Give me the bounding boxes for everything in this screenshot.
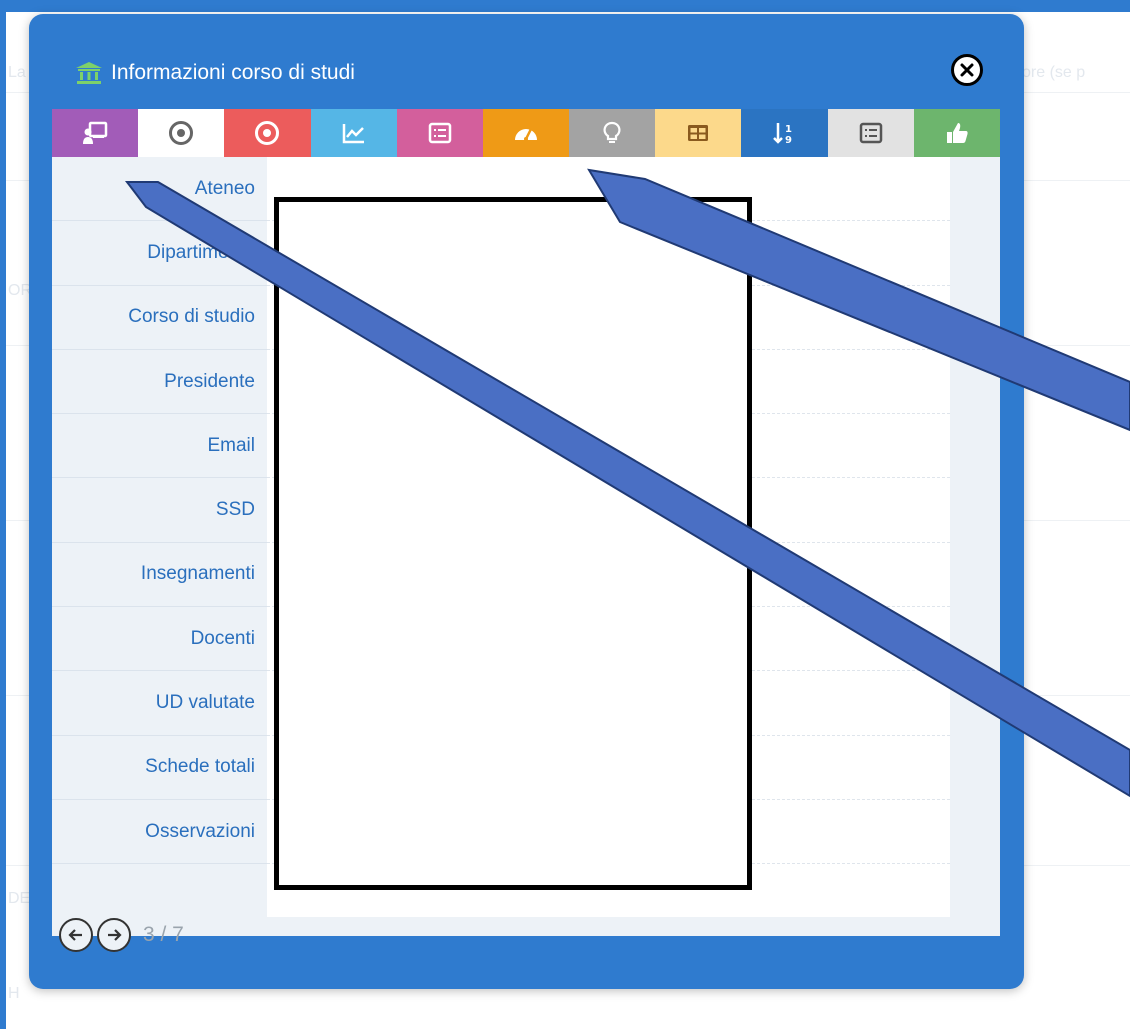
svg-text:1: 1 <box>785 124 792 135</box>
modal-title-text: Informazioni corso di studi <box>111 61 355 84</box>
lightbulb-icon <box>603 121 621 143</box>
close-button[interactable] <box>951 54 983 86</box>
bg-faint-text: DE <box>8 890 31 907</box>
next-page-button[interactable] <box>97 918 131 952</box>
field-label: Email <box>52 414 267 479</box>
field-label: Schede totali <box>52 736 267 800</box>
table-icon <box>688 125 709 141</box>
redaction-box <box>274 197 752 890</box>
svg-text:9: 9 <box>785 135 792 146</box>
bg-faint-text: H <box>8 985 20 1002</box>
prev-page-button[interactable] <box>59 918 93 952</box>
tab-sort-numeric[interactable]: 1 9 <box>741 109 828 157</box>
tab-target[interactable] <box>138 109 225 157</box>
page-top-bar <box>0 0 1130 12</box>
presentation-user-icon <box>83 121 108 144</box>
page-indicator: 3 / 7 <box>143 923 184 946</box>
field-label: Ateneo <box>52 157 267 222</box>
tab-table[interactable] <box>655 109 742 157</box>
field-label: UD valutate <box>52 671 267 736</box>
field-label: SSD <box>52 478 267 543</box>
arrow-right-circle-icon <box>108 929 122 941</box>
pager: 3 / 7 <box>59 918 184 952</box>
line-chart-icon <box>342 124 364 144</box>
bg-faint-text: ore (se p <box>1022 64 1086 81</box>
tab-bar: 1 9 <box>52 109 1000 157</box>
dashboard-icon <box>514 128 537 141</box>
sort-numeric-icon: 1 9 <box>773 123 792 146</box>
close-icon <box>960 63 974 77</box>
field-label: Presidente <box>52 350 267 415</box>
field-label: Insegnamenti <box>52 543 267 608</box>
tab-dashboard[interactable] <box>482 109 570 157</box>
tab-lightbulb[interactable] <box>569 109 656 157</box>
course-info-modal: Informazioni corso di studi 1 9 Ateneo D… <box>29 14 1024 989</box>
target-icon <box>169 121 194 145</box>
list-alt-icon <box>859 122 882 144</box>
field-label: Dipartimento <box>52 221 267 286</box>
tab-list-alt[interactable] <box>827 109 914 157</box>
arrow-left-circle-icon <box>68 929 82 941</box>
field-label: Corso di studio <box>52 286 267 350</box>
tab-thumbs-up[interactable] <box>913 109 1000 157</box>
tab-list[interactable] <box>396 109 483 157</box>
target-circle-icon <box>255 121 280 145</box>
thumbs-up-icon <box>946 123 968 143</box>
bg-faint-text: La <box>8 64 26 81</box>
field-label: Osservazioni <box>52 800 267 865</box>
tab-target-circle[interactable] <box>224 109 311 157</box>
tab-line-chart[interactable] <box>310 109 397 157</box>
field-labels: Ateneo Dipartimento Corso di studio Preside… <box>52 157 267 865</box>
tab-presentation[interactable] <box>52 109 139 157</box>
institution-icon <box>76 62 102 84</box>
scroll-track[interactable] <box>950 157 1000 917</box>
field-label: Docenti <box>52 607 267 672</box>
modal-title: Informazioni corso di studi <box>75 61 355 85</box>
list-icon <box>428 122 452 144</box>
